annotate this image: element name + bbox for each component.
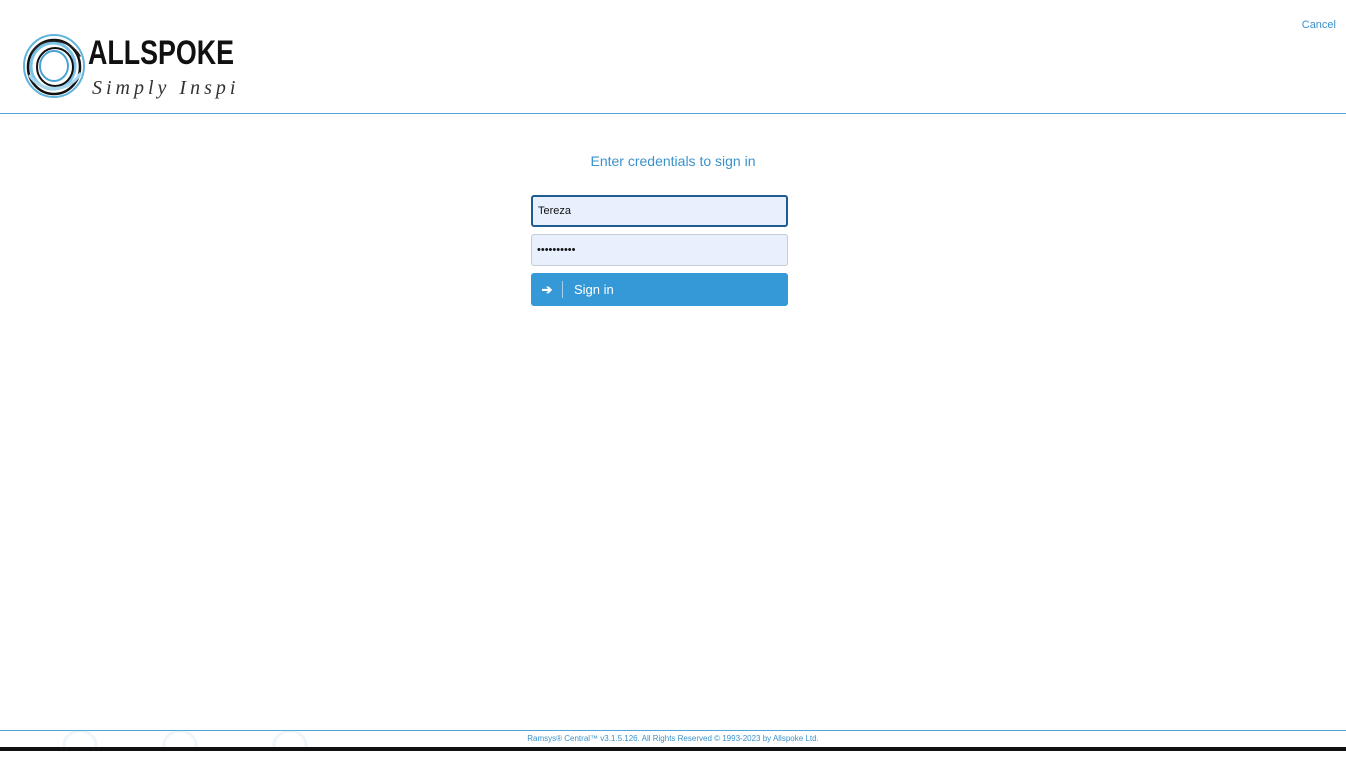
header: ALLSPOKE Simply Inspired Cancel bbox=[0, 0, 1346, 114]
sign-in-button[interactable]: ➔ Sign in bbox=[531, 273, 788, 306]
logo-brand-text: ALLSPOKE bbox=[88, 34, 234, 72]
cancel-link[interactable]: Cancel bbox=[1302, 19, 1336, 31]
arrow-right-icon: ➔ bbox=[541, 282, 553, 297]
button-divider bbox=[562, 281, 563, 298]
password-input[interactable] bbox=[531, 234, 788, 266]
sign-in-heading: Enter credentials to sign in bbox=[590, 153, 756, 169]
allspoke-logo: ALLSPOKE Simply Inspired bbox=[20, 30, 240, 104]
username-input[interactable] bbox=[531, 195, 788, 227]
sign-in-label: Sign in bbox=[574, 282, 614, 297]
copyright-text: Ramsys® Central™ v3.1.5.126. All Rights … bbox=[527, 734, 819, 743]
bottom-bar bbox=[0, 747, 1346, 751]
logo-tagline-text: Simply Inspired bbox=[92, 77, 240, 99]
login-page: ALLSPOKE Simply Inspired Cancel Enter cr… bbox=[0, 0, 1346, 767]
